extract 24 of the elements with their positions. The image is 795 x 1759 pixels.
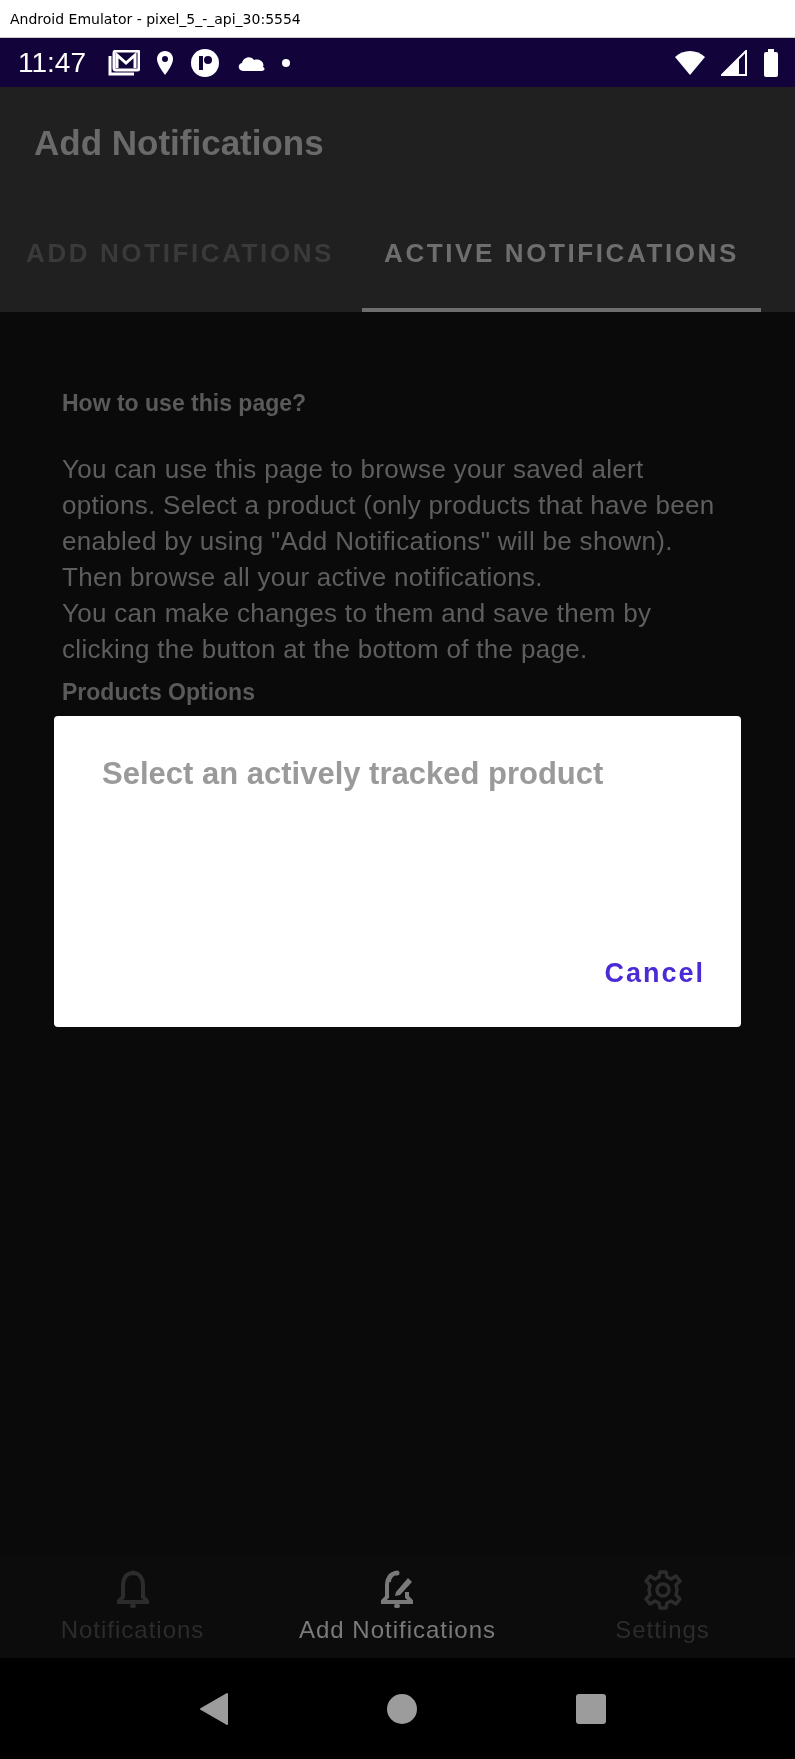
section-heading: Products Options bbox=[62, 679, 256, 706]
bell-edit-icon bbox=[379, 1569, 416, 1610]
battery-icon bbox=[763, 48, 779, 77]
dialog-title: Select an actively tracked product bbox=[102, 756, 605, 792]
back-icon[interactable] bbox=[199, 1691, 230, 1726]
wifi-icon bbox=[675, 50, 705, 75]
app-title: Add Notifications bbox=[34, 123, 324, 163]
settings-icon bbox=[642, 1569, 683, 1610]
tab[interactable]: ACTIVE NOTIFICATIONS bbox=[362, 199, 761, 312]
help-text: You can make changes to them and save them by clicking the button at the bottom of the page. bbox=[62, 597, 653, 666]
help-heading: How to use this page? bbox=[62, 390, 308, 417]
help-text: You can use this page to browse your saved alert options. Select a product (only products that have been enabled by using "Add Notifications" will be shown). Then browse all your active notifications. bbox=[62, 453, 716, 594]
location-pin-icon bbox=[156, 49, 174, 76]
nav-item[interactable]: Add Notifications bbox=[265, 1555, 530, 1658]
circle-app-icon bbox=[190, 47, 220, 78]
dot-icon bbox=[282, 58, 290, 67]
mail-icon bbox=[108, 49, 140, 76]
status-time: 11:47 bbox=[18, 46, 86, 79]
signal-icon bbox=[721, 49, 747, 76]
recents-icon[interactable] bbox=[575, 1693, 606, 1724]
bell-icon bbox=[115, 1569, 150, 1610]
home-icon[interactable] bbox=[387, 1693, 418, 1724]
cancel-button[interactable]: Cancel bbox=[604, 950, 705, 997]
window-title: Android Emulator - pixel_5_-_api_30:5554 bbox=[10, 10, 301, 27]
